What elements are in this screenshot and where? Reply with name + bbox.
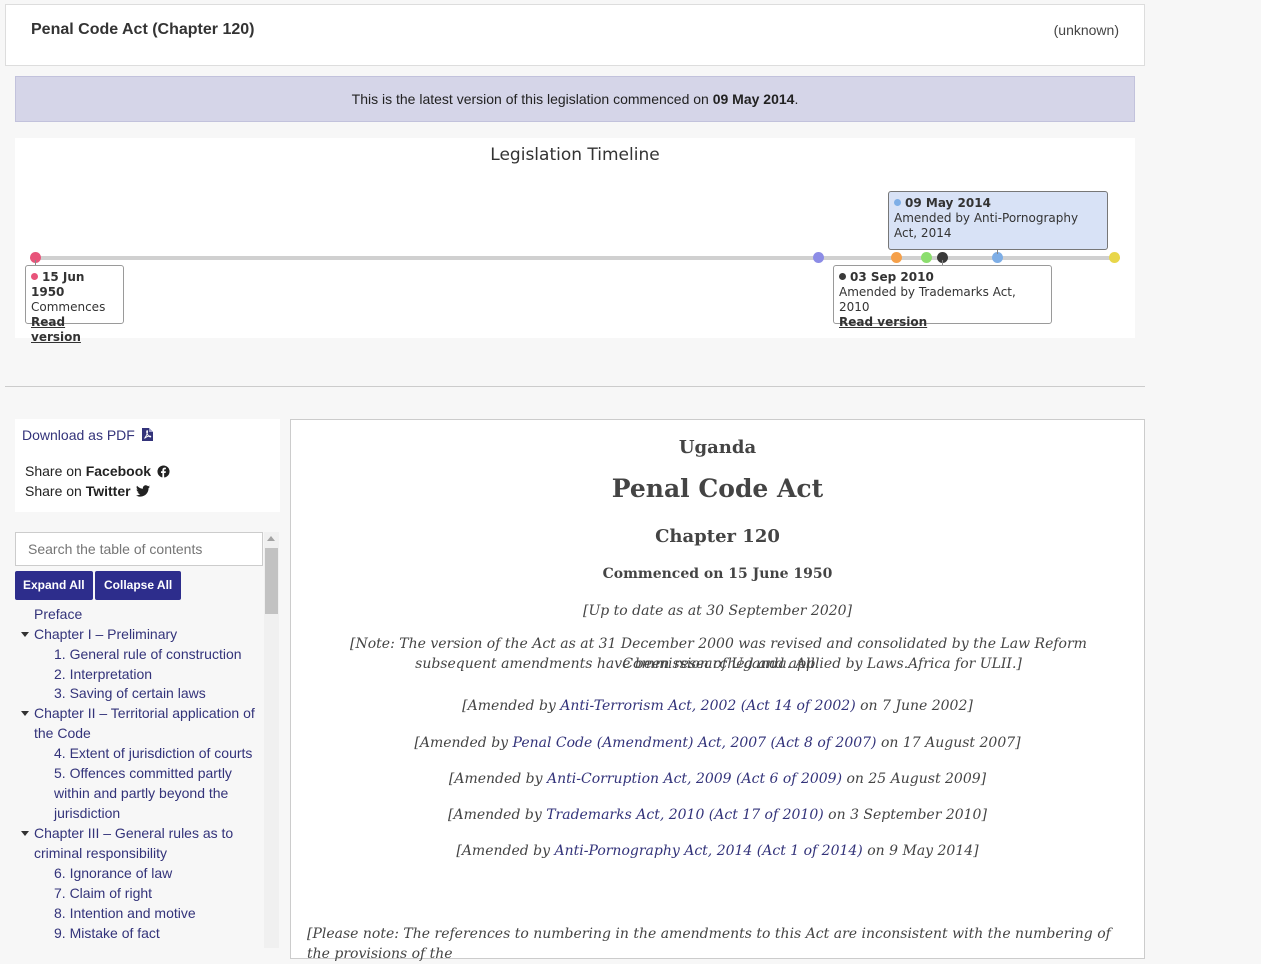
please-note: [Please note: The references to numberin… bbox=[307, 926, 1111, 962]
amendment-link[interactable]: Anti-Corruption Act, 2009 (Act 6 of 2009… bbox=[547, 771, 842, 787]
document-chapter: Chapter 120 bbox=[655, 526, 780, 547]
amendment-link[interactable]: Anti-Pornography Act, 2014 (Act 1 of 201… bbox=[555, 843, 863, 859]
card-description: Commences bbox=[31, 300, 106, 314]
blue-dot-icon bbox=[894, 199, 901, 206]
read-version-link[interactable]: Read version bbox=[31, 315, 81, 344]
toc-item-chapter-1[interactable]: Chapter I – Preliminary bbox=[34, 624, 177, 644]
toc-item-section-9[interactable]: 9. Mistake of fact bbox=[54, 923, 160, 943]
banner-prefix: This is the latest version of this legis… bbox=[351, 91, 713, 107]
amendment-prefix: [Amended by bbox=[448, 771, 548, 787]
amendment-prefix: [Amended by bbox=[456, 843, 555, 859]
banner-date: 09 May 2014 bbox=[712, 91, 795, 107]
read-version-link[interactable]: Read version bbox=[839, 315, 927, 329]
amendment-suffix: on 3 September 2010] bbox=[823, 807, 987, 823]
timeline-point-2009[interactable] bbox=[921, 252, 932, 263]
toc-item-section-7[interactable]: 7. Claim of right bbox=[54, 883, 152, 903]
expand-all-button[interactable]: Expand All bbox=[15, 571, 93, 600]
toc-item-section-8[interactable]: 8. Intention and motive bbox=[54, 903, 196, 923]
document-body: Uganda Penal Code Act Chapter 120 Commen… bbox=[290, 419, 1145, 962]
amendment-note: [Amended by Anti-Terrorism Act, 2002 (Ac… bbox=[291, 698, 1144, 714]
actions-box: Download as PDF Share on Facebook Share … bbox=[15, 419, 280, 512]
section-divider bbox=[5, 386, 1145, 387]
facebook-icon bbox=[157, 465, 170, 478]
caret-down-icon[interactable] bbox=[21, 711, 29, 716]
status-label: (unknown) bbox=[1053, 22, 1119, 38]
amendment-link[interactable]: Anti-Terrorism Act, 2002 (Act 14 of 2002… bbox=[560, 698, 855, 714]
dark-dot-icon bbox=[839, 273, 846, 280]
amendment-note: [Amended by Anti-Pornography Act, 2014 (… bbox=[291, 843, 1144, 859]
page-header: Penal Code Act (Chapter 120) (unknown) bbox=[5, 4, 1145, 66]
toc-item-section-6[interactable]: 6. Ignorance of law bbox=[54, 863, 172, 883]
download-pdf-link[interactable]: Download as PDF bbox=[22, 427, 153, 443]
amendment-prefix: [Amended by bbox=[414, 735, 513, 751]
timeline-point-2020[interactable] bbox=[1109, 252, 1120, 263]
toc-item-preface[interactable]: Preface bbox=[34, 604, 82, 624]
toc-item-section-4[interactable]: 4. Extent of jurisdiction of courts bbox=[54, 743, 252, 763]
timeline-title: Legislation Timeline bbox=[490, 145, 660, 165]
twitter-label: Twitter bbox=[85, 483, 131, 499]
download-label: Download as PDF bbox=[22, 427, 135, 443]
pink-dot-icon bbox=[31, 273, 38, 280]
amendment-note: [Amended by Anti-Corruption Act, 2009 (A… bbox=[291, 771, 1144, 787]
timeline-card-commences[interactable]: 15 Jun 1950 Commences Read version bbox=[25, 265, 124, 344]
card-description: Amended by Trademarks Act, 2010 bbox=[839, 285, 1016, 314]
timeline-point-2002[interactable] bbox=[813, 252, 824, 263]
card-date: 15 Jun 1950 bbox=[31, 270, 85, 299]
toc-item-chapter-3[interactable]: Chapter III – General rules as to bbox=[34, 823, 233, 843]
amendment-note: [Amended by Trademarks Act, 2010 (Act 17… bbox=[291, 807, 1144, 823]
toc-item-section-3[interactable]: 3. Saving of certain laws bbox=[54, 683, 206, 703]
share-prefix: Share on bbox=[25, 463, 86, 479]
amendment-suffix: on 7 June 2002] bbox=[855, 698, 973, 714]
caret-down-icon[interactable] bbox=[21, 632, 29, 637]
toc-item-chapter-2[interactable]: Chapter II – Territorial application of bbox=[34, 703, 255, 723]
banner-suffix: . bbox=[794, 91, 799, 107]
timeline-card-trademarks[interactable]: 03 Sep 2010 Amended by Trademarks Act, 2… bbox=[833, 265, 1052, 329]
share-prefix: Share on bbox=[25, 483, 86, 499]
card-date: 03 Sep 2010 bbox=[850, 270, 934, 284]
latest-version-banner: This is the latest version of this legis… bbox=[15, 76, 1135, 122]
amendment-suffix: on 25 August 2009] bbox=[842, 771, 987, 787]
revision-note-line-2: subsequent amendments have been research… bbox=[415, 656, 1022, 672]
amendment-note: [Amended by Penal Code (Amendment) Act, … bbox=[291, 735, 1144, 751]
twitter-icon bbox=[136, 485, 151, 497]
document-country: Uganda bbox=[678, 437, 757, 458]
amendment-suffix: on 9 May 2014] bbox=[862, 843, 979, 859]
pdf-icon bbox=[141, 428, 153, 441]
caret-down-icon[interactable] bbox=[21, 831, 29, 836]
amendment-suffix: on 17 August 2007] bbox=[876, 735, 1021, 751]
card-date: 09 May 2014 bbox=[905, 196, 991, 210]
up-to-date-note: [Up to date as at 30 September 2020] bbox=[582, 603, 853, 619]
timeline-card-current[interactable]: 09 May 2014 Amended by Anti-Pornography … bbox=[888, 191, 1108, 250]
facebook-label: Facebook bbox=[85, 463, 152, 479]
scroll-thumb[interactable] bbox=[265, 548, 278, 614]
timeline-point-2007[interactable] bbox=[891, 252, 902, 263]
toc-item-section-5[interactable]: 5. Offences committed partly bbox=[54, 763, 232, 783]
amendment-prefix: [Amended by bbox=[462, 698, 561, 714]
toc-item-chapter-3-cont[interactable]: criminal responsibility bbox=[34, 843, 167, 863]
toc-item-section-5-cont[interactable]: within and partly beyond the bbox=[54, 783, 228, 803]
document-commenced: Commenced on 15 June 1950 bbox=[602, 566, 833, 582]
toc-item-section-2[interactable]: 2. Interpretation bbox=[54, 664, 152, 684]
share-twitter[interactable]: Share on Twitter bbox=[25, 483, 151, 499]
amendment-link[interactable]: Penal Code (Amendment) Act, 2007 (Act 8 … bbox=[513, 735, 877, 751]
document-title: Penal Code Act bbox=[611, 474, 824, 503]
toc-item-section-1[interactable]: 1. General rule of construction bbox=[54, 644, 242, 664]
legislation-timeline: Legislation Timeline 15 Jun 1950 Commenc… bbox=[15, 138, 1135, 344]
toc-scrollbar[interactable] bbox=[264, 532, 279, 948]
timeline-track bbox=[35, 256, 1120, 260]
scroll-up-icon[interactable] bbox=[267, 536, 275, 541]
amendment-link[interactable]: Trademarks Act, 2010 (Act 17 of 2010) bbox=[546, 807, 824, 823]
toc-item-chapter-2-cont[interactable]: the Code bbox=[34, 723, 91, 743]
amendment-prefix: [Amended by bbox=[448, 807, 547, 823]
collapse-all-button[interactable]: Collapse All bbox=[95, 571, 182, 600]
toc-search-input[interactable] bbox=[15, 532, 263, 566]
toc-item-section-5-cont[interactable]: jurisdiction bbox=[54, 803, 120, 823]
page-title: Penal Code Act (Chapter 120) bbox=[31, 21, 255, 38]
card-description: Amended by Anti-Pornography Act, 2014 bbox=[894, 211, 1079, 240]
share-facebook[interactable]: Share on Facebook bbox=[25, 463, 170, 479]
